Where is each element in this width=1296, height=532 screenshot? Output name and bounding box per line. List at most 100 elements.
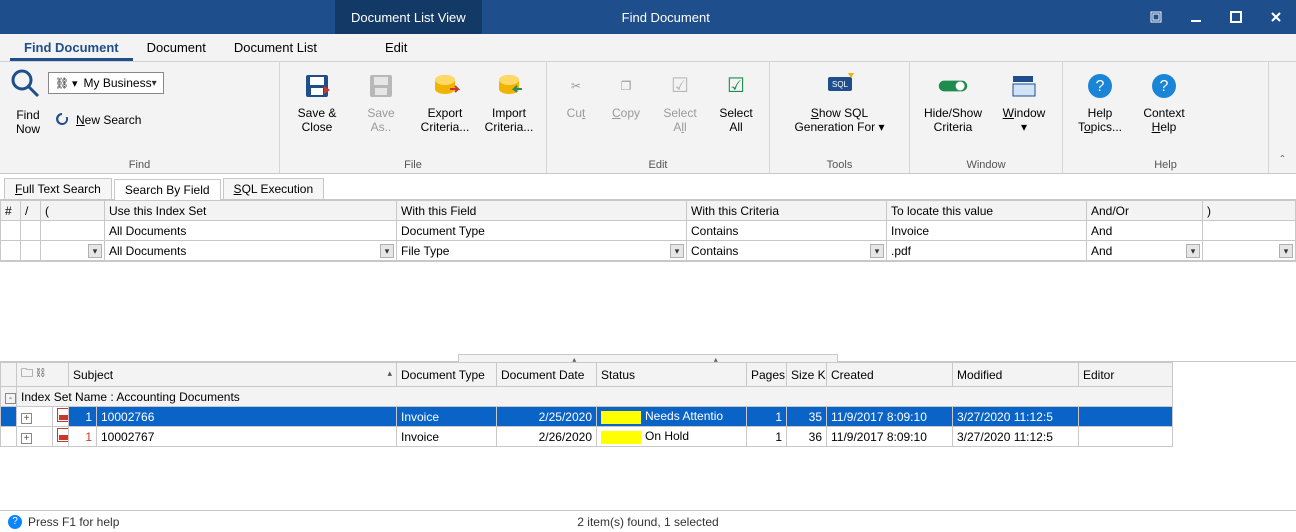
- col-editor[interactable]: Editor: [1079, 363, 1173, 387]
- checklist-icon: ☑: [664, 70, 696, 102]
- maximize-button[interactable]: [1216, 0, 1256, 34]
- criteria-cell-indexset[interactable]: All Documents: [105, 221, 397, 241]
- cell-status: On Hold: [597, 427, 747, 447]
- splitter-handle[interactable]: ▴ ▴: [458, 354, 838, 362]
- context-help-icon: ?: [1148, 70, 1180, 102]
- save-close-button[interactable]: Save & Close: [288, 66, 346, 135]
- help-topics-button[interactable]: ? HelpTopics...: [1071, 66, 1129, 135]
- cell-doctype: Invoice: [397, 427, 497, 447]
- criteria-cell-criteria[interactable]: Contains▾: [687, 241, 887, 261]
- results-group-row[interactable]: - Index Set Name : Accounting Documents: [1, 387, 1173, 407]
- pdf-icon: [57, 428, 69, 442]
- find-now-button[interactable]: Find Now: [8, 104, 48, 137]
- window-dropdown-button[interactable]: Window▾: [994, 66, 1054, 135]
- hide-show-criteria-button[interactable]: Hide/Show Criteria: [918, 66, 988, 135]
- chevron-down-icon[interactable]: ▾: [380, 244, 394, 258]
- criteria-col-criteria[interactable]: With this Criteria: [687, 201, 887, 221]
- criteria-col-slash[interactable]: /: [21, 201, 41, 221]
- col-docdate[interactable]: Document Date: [497, 363, 597, 387]
- col-created[interactable]: Created: [827, 363, 953, 387]
- criteria-cell-andor[interactable]: And: [1087, 221, 1203, 241]
- expand-icon[interactable]: +: [21, 433, 32, 444]
- scope-link-icon: ⛓ ▾: [55, 77, 78, 90]
- col-subject[interactable]: Subject▴: [69, 363, 397, 387]
- criteria-col-andor[interactable]: And/Or: [1087, 201, 1203, 221]
- chevron-down-icon[interactable]: ▾: [1279, 244, 1293, 258]
- criteria-col-paren-open[interactable]: (: [41, 201, 105, 221]
- menu-find-document[interactable]: Find Document: [10, 35, 133, 61]
- scope-value: My Business: [84, 76, 152, 90]
- link-icon: ⛓: [36, 366, 45, 380]
- cell-sizek: 36: [787, 427, 827, 447]
- results-grid: 🗀 ⛓ Subject▴ Document Type Document Date…: [0, 362, 1296, 447]
- chevron-down-icon[interactable]: ▾: [1186, 244, 1200, 258]
- criteria-cell-value[interactable]: .pdf: [887, 241, 1087, 261]
- cell-pages: 1: [747, 427, 787, 447]
- svg-text:?: ?: [1096, 78, 1105, 95]
- chevron-down-icon[interactable]: ▾: [870, 244, 884, 258]
- save-as-button[interactable]: Save As..: [352, 66, 410, 135]
- results-row[interactable]: + 1 10002766 Invoice 2/25/2020 Needs Att…: [1, 407, 1173, 427]
- import-criteria-icon: [493, 70, 525, 102]
- scope-select[interactable]: ⛓ ▾ My Business ▾: [48, 72, 164, 94]
- criteria-cell-andor[interactable]: And▾: [1087, 241, 1203, 261]
- titlebar-section-tab[interactable]: Document List View: [335, 0, 482, 34]
- ribbon-group-edit: ✂ Cut ❐ Copy ☑ SelectAll ☑ Select All Ed…: [547, 62, 770, 173]
- window-controls: [1136, 0, 1296, 34]
- pdf-icon: [57, 408, 69, 422]
- import-criteria-button[interactable]: Import Criteria...: [480, 66, 538, 135]
- col-doctype[interactable]: Document Type: [397, 363, 497, 387]
- menu-document[interactable]: Document: [133, 35, 220, 60]
- copy-button[interactable]: ❐ Copy: [603, 66, 649, 120]
- expand-icon[interactable]: +: [21, 413, 32, 424]
- criteria-cell-indexset[interactable]: All Documents▾: [105, 241, 397, 261]
- new-search-button[interactable]: New Search: [76, 113, 141, 127]
- criteria-col-field[interactable]: With this Field: [397, 201, 687, 221]
- cell-modified: 3/27/2020 11:12:5: [953, 407, 1079, 427]
- criteria-row[interactable]: All Documents Document Type Contains Inv…: [1, 221, 1296, 241]
- tab-search-by-field[interactable]: Search By Field: [114, 179, 221, 200]
- context-help-button[interactable]: ? ContextHelp: [1135, 66, 1193, 135]
- minimize-button[interactable]: [1176, 0, 1216, 34]
- select-all-button-disabled[interactable]: ☑ SelectAll: [655, 66, 705, 135]
- export-criteria-button[interactable]: Export Criteria...: [416, 66, 474, 135]
- col-modified[interactable]: Modified: [953, 363, 1079, 387]
- svg-text:SQL: SQL: [831, 80, 848, 89]
- criteria-row[interactable]: ▾ All Documents▾ File Type▾ Contains▾ .p…: [1, 241, 1296, 261]
- ribbon: ⛓ ▾ My Business ▾ Find Now New Sea: [0, 62, 1296, 174]
- select-all-button[interactable]: ☑ Select All: [711, 66, 761, 135]
- cell-modified: 3/27/2020 11:12:5: [953, 427, 1079, 447]
- col-pages[interactable]: Pages: [747, 363, 787, 387]
- criteria-col-paren-close[interactable]: ): [1203, 201, 1296, 221]
- col-icons[interactable]: 🗀 ⛓: [17, 363, 69, 387]
- ribbon-collapse-button[interactable]: ˆ: [1268, 62, 1296, 173]
- col-sizek[interactable]: Size K: [787, 363, 827, 387]
- criteria-col-index-set[interactable]: Use this Index Set: [105, 201, 397, 221]
- criteria-cell-field[interactable]: File Type▾: [397, 241, 687, 261]
- criteria-cell-field[interactable]: Document Type: [397, 221, 687, 241]
- close-button[interactable]: [1256, 0, 1296, 34]
- chevron-down-icon: ▾: [152, 78, 157, 89]
- criteria-cell-criteria[interactable]: Contains: [687, 221, 887, 241]
- col-status[interactable]: Status: [597, 363, 747, 387]
- show-sql-generation-button[interactable]: SQL Show SQLGeneration For ▾: [780, 66, 900, 135]
- chevron-down-icon[interactable]: ▾: [88, 244, 102, 258]
- group-label: Index Set Name : Accounting Documents: [17, 387, 1173, 407]
- results-row[interactable]: + 1 10002767 Invoice 2/26/2020 On Hold 1…: [1, 427, 1173, 447]
- criteria-col-value[interactable]: To locate this value: [887, 201, 1087, 221]
- cell-docdate: 2/25/2020: [497, 407, 597, 427]
- col-expand[interactable]: [1, 363, 17, 387]
- tab-full-text-search[interactable]: Full Text Search: [4, 178, 112, 199]
- restore-down-icon[interactable]: [1136, 0, 1176, 34]
- criteria-col-num[interactable]: #: [1, 201, 21, 221]
- checklist-icon: ☑: [720, 70, 752, 102]
- collapse-icon[interactable]: -: [5, 393, 16, 404]
- copy-icon: ❐: [610, 70, 642, 102]
- criteria-cell-value[interactable]: Invoice: [887, 221, 1087, 241]
- export-criteria-icon: [429, 70, 461, 102]
- menu-document-list[interactable]: Document List: [220, 35, 331, 60]
- tab-sql-execution[interactable]: SQL Execution: [223, 178, 325, 199]
- menu-edit[interactable]: Edit: [371, 35, 421, 60]
- cut-button[interactable]: ✂ Cut: [555, 66, 597, 120]
- chevron-down-icon[interactable]: ▾: [670, 244, 684, 258]
